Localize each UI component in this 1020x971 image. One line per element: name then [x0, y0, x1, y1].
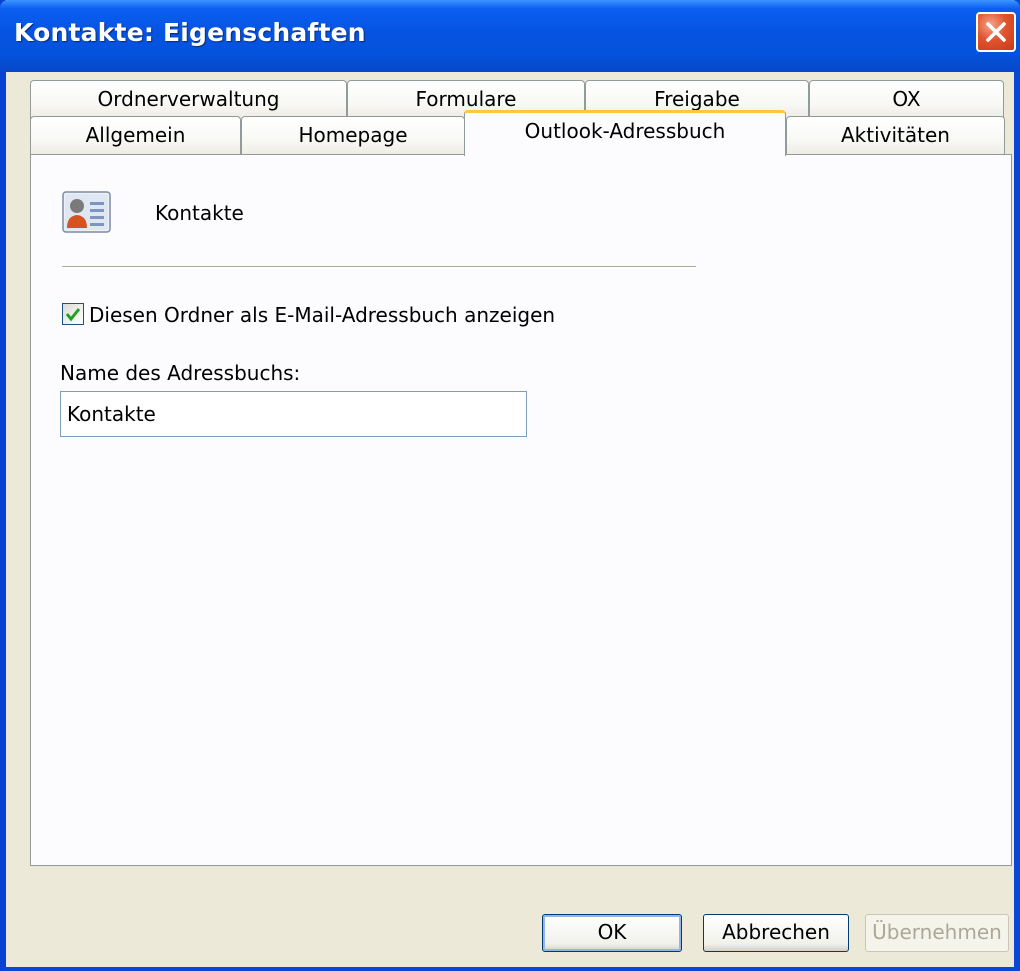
window-title: Kontakte: Eigenschaften — [14, 18, 366, 47]
apply-button[interactable]: Übernehmen — [865, 914, 1009, 952]
ok-button[interactable]: OK — [542, 914, 682, 952]
tab-outlook-adressbuch[interactable]: Outlook-Adressbuch — [464, 110, 786, 156]
tab-ox[interactable]: OX — [809, 80, 1004, 120]
check-mark-icon — [65, 308, 81, 322]
addressbook-name-input[interactable] — [60, 391, 527, 437]
tab-homepage[interactable]: Homepage — [241, 116, 465, 156]
show-as-addressbook-label: Diesen Ordner als E-Mail-Adressbuch anze… — [89, 303, 556, 327]
addressbook-name-label: Name des Adressbuchs: — [60, 361, 301, 385]
close-button[interactable] — [976, 12, 1016, 52]
cancel-button[interactable]: Abbrechen — [703, 914, 849, 952]
show-as-addressbook-checkbox[interactable] — [62, 303, 84, 325]
tab-allgemein[interactable]: Allgemein — [30, 116, 241, 156]
separator — [62, 266, 696, 268]
tab-aktivitaeten[interactable]: Aktivitäten — [786, 116, 1005, 156]
properties-dialog: Kontakte: Eigenschaften Ordnerverwaltung… — [0, 0, 1020, 971]
folder-name: Kontakte — [155, 201, 244, 225]
title-bar[interactable]: Kontakte: Eigenschaften — [0, 0, 1020, 72]
close-icon — [986, 22, 1006, 42]
tab-panel-outlook-adressbuch: Kontakte Diesen Ordner als E-Mail-Adress… — [30, 154, 1012, 866]
contact-card-icon — [62, 190, 112, 234]
tab-ordnerverwaltung[interactable]: Ordnerverwaltung — [30, 80, 347, 120]
